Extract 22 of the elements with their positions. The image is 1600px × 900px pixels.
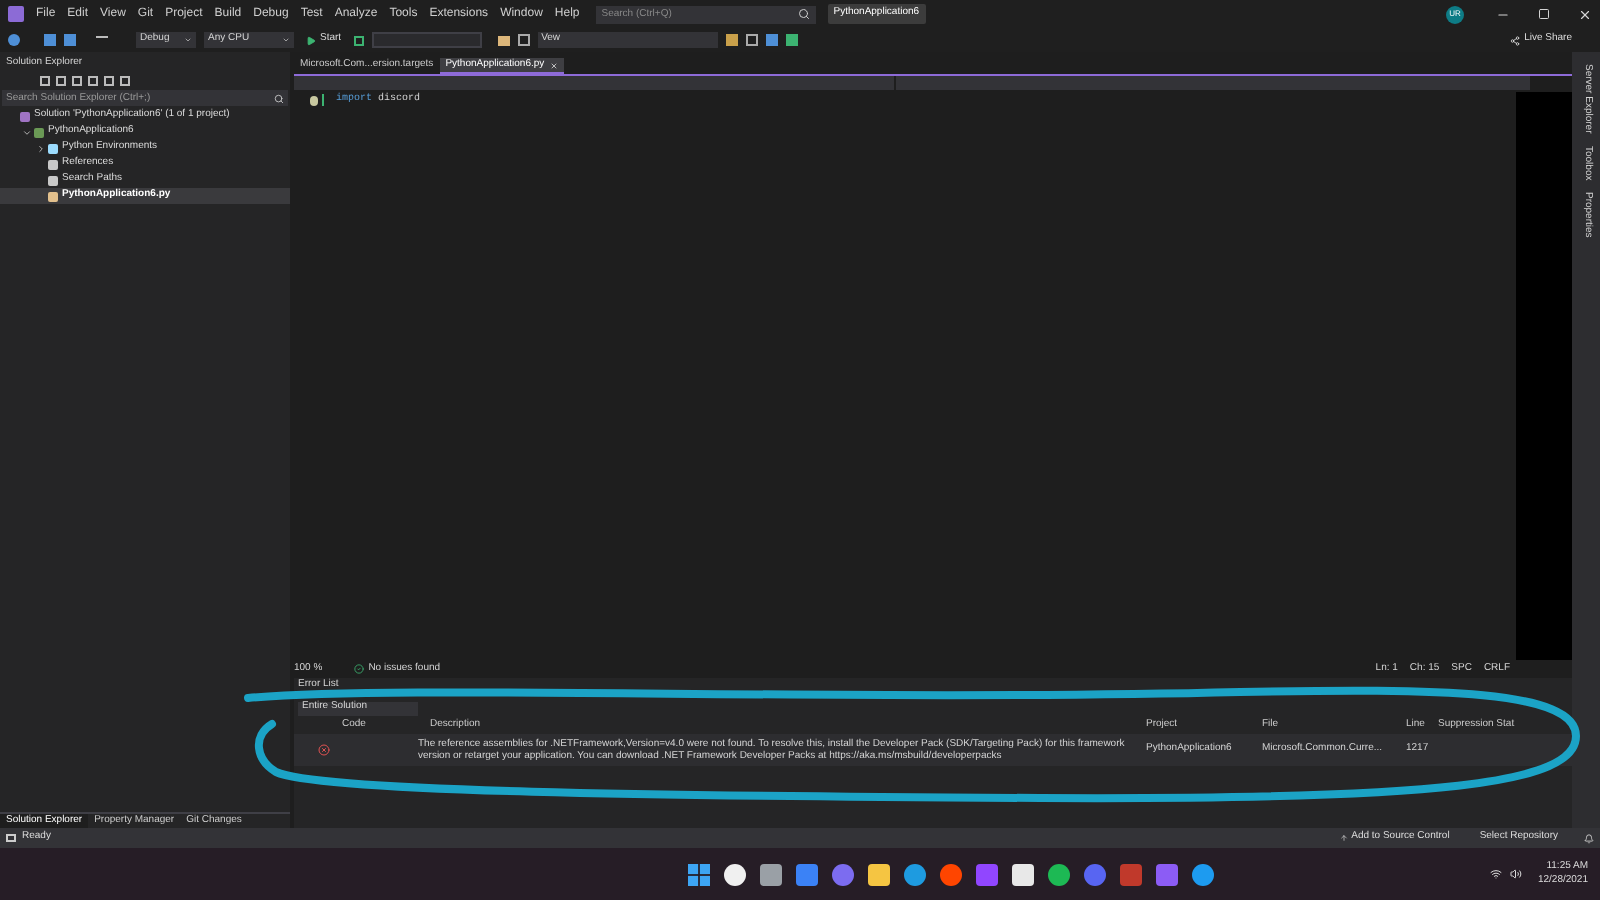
expand-icon[interactable] (22, 127, 32, 137)
error-icon (318, 744, 330, 756)
search-icon (274, 93, 284, 103)
start-icon[interactable] (687, 863, 710, 885)
lightbulb-icon[interactable] (310, 95, 318, 105)
wifi-icon[interactable] (1489, 868, 1502, 880)
close-icon[interactable] (1578, 7, 1592, 21)
taskbar-app-icon[interactable] (759, 863, 782, 885)
collapse-icon[interactable] (36, 143, 46, 153)
status-icon (6, 834, 16, 842)
notification-icon[interactable] (1584, 833, 1594, 843)
play-icon (306, 35, 316, 45)
arrow-up-icon (1339, 834, 1348, 842)
volume-icon[interactable] (1509, 868, 1522, 880)
taskbar-app-icon[interactable] (867, 863, 890, 885)
taskbar-app-icon[interactable] (1011, 863, 1034, 885)
app-logo-icon (8, 6, 24, 22)
taskbar-app-icon[interactable] (723, 863, 746, 885)
maximize-icon[interactable] (1538, 8, 1550, 20)
taskbar-app-icon[interactable] (1047, 863, 1070, 885)
share-icon (1510, 35, 1521, 45)
search-icon (797, 8, 810, 20)
